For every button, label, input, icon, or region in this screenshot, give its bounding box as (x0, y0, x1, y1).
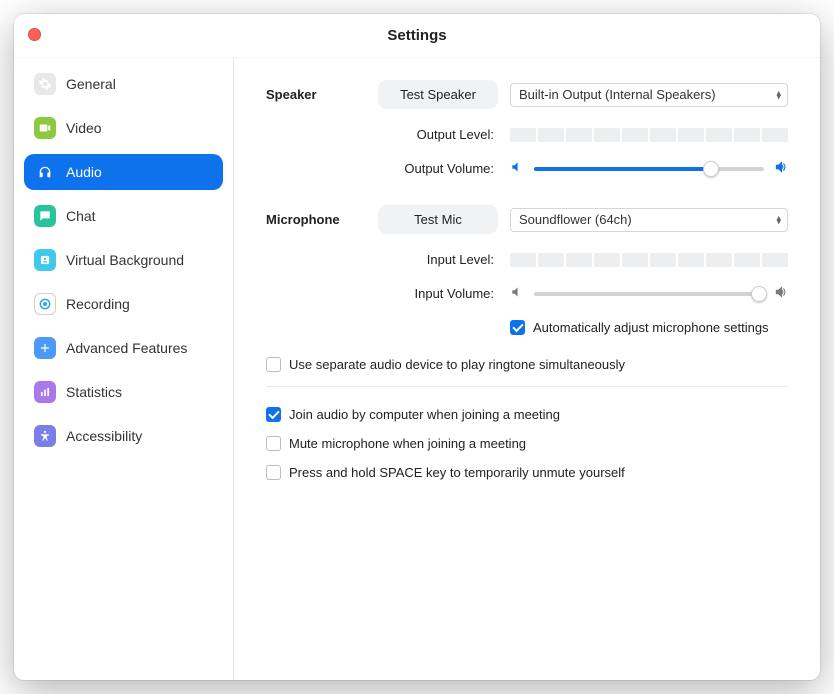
sidebar-item-label: Advanced Features (66, 340, 187, 356)
sidebar-item-statistics[interactable]: Statistics (24, 374, 223, 410)
content-pane: Speaker Test Speaker Built-in Output (In… (234, 58, 820, 680)
sidebar-item-label: Statistics (66, 384, 122, 400)
close-window-button[interactable] (28, 28, 41, 41)
speaker-low-icon (510, 160, 524, 177)
space-unmute-checkbox[interactable] (266, 465, 281, 480)
sidebar-item-accessibility[interactable]: Accessibility (24, 418, 223, 454)
sidebar-item-label: Virtual Background (66, 252, 184, 268)
gear-icon (34, 73, 56, 95)
titlebar: Settings (14, 14, 820, 58)
join-audio-label: Join audio by computer when joining a me… (289, 407, 560, 422)
chart-icon (34, 381, 56, 403)
space-unmute-label: Press and hold SPACE key to temporarily … (289, 465, 625, 480)
accessibility-icon (34, 425, 56, 447)
sidebar-item-advanced-features[interactable]: Advanced Features (24, 330, 223, 366)
sidebar-item-audio[interactable]: Audio (24, 154, 223, 190)
sidebar-item-video[interactable]: Video (24, 110, 223, 146)
input-level-meter (510, 253, 788, 267)
recording-icon (34, 293, 56, 315)
chat-icon (34, 205, 56, 227)
video-icon (34, 117, 56, 139)
speaker-low-icon (510, 285, 524, 302)
output-level-meter (510, 128, 788, 142)
speaker-section: Speaker Test Speaker Built-in Output (In… (266, 80, 788, 177)
speaker-high-icon (774, 285, 788, 302)
join-audio-checkbox[interactable] (266, 407, 281, 422)
microphone-device-select[interactable]: Soundflower (64ch) ▴▾ (510, 208, 788, 232)
output-volume-slider[interactable] (534, 167, 764, 171)
speaker-heading: Speaker (266, 87, 366, 102)
mute-on-join-checkbox[interactable] (266, 436, 281, 451)
microphone-device-value: Soundflower (64ch) (519, 212, 632, 227)
auto-adjust-mic-label: Automatically adjust microphone settings (533, 320, 769, 335)
settings-window: Settings General Video Audio (14, 14, 820, 680)
sidebar-item-label: Video (66, 120, 102, 136)
sidebar-item-virtual-background[interactable]: Virtual Background (24, 242, 223, 278)
speaker-high-icon (774, 160, 788, 177)
test-speaker-button[interactable]: Test Speaker (378, 80, 498, 109)
input-level-label: Input Level: (378, 252, 498, 267)
plus-icon (34, 337, 56, 359)
output-level-label: Output Level: (378, 127, 498, 142)
ringtone-device-checkbox[interactable] (266, 357, 281, 372)
sidebar-item-label: Recording (66, 296, 130, 312)
sidebar-item-label: Audio (66, 164, 102, 180)
virtual-background-icon (34, 249, 56, 271)
input-volume-label: Input Volume: (378, 286, 498, 301)
sidebar-item-label: Chat (66, 208, 96, 224)
sidebar: General Video Audio Chat (14, 58, 234, 680)
speaker-device-value: Built-in Output (Internal Speakers) (519, 87, 716, 102)
sidebar-item-recording[interactable]: Recording (24, 286, 223, 322)
sidebar-item-label: General (66, 76, 116, 92)
test-mic-button[interactable]: Test Mic (378, 205, 498, 234)
window-title: Settings (387, 27, 446, 44)
chevron-updown-icon: ▴▾ (776, 215, 781, 224)
output-volume-label: Output Volume: (378, 161, 498, 176)
auto-adjust-mic-checkbox[interactable] (510, 320, 525, 335)
speaker-device-select[interactable]: Built-in Output (Internal Speakers) ▴▾ (510, 83, 788, 107)
sidebar-item-general[interactable]: General (24, 66, 223, 102)
mute-on-join-label: Mute microphone when joining a meeting (289, 436, 526, 451)
sidebar-item-label: Accessibility (66, 428, 142, 444)
microphone-section: Microphone Test Mic Soundflower (64ch) ▴… (266, 205, 788, 335)
ringtone-device-label: Use separate audio device to play ringto… (289, 357, 625, 372)
microphone-heading: Microphone (266, 212, 366, 227)
sidebar-item-chat[interactable]: Chat (24, 198, 223, 234)
headphones-icon (34, 161, 56, 183)
divider (266, 386, 788, 387)
input-volume-slider[interactable] (534, 292, 764, 296)
chevron-updown-icon: ▴▾ (776, 90, 781, 99)
